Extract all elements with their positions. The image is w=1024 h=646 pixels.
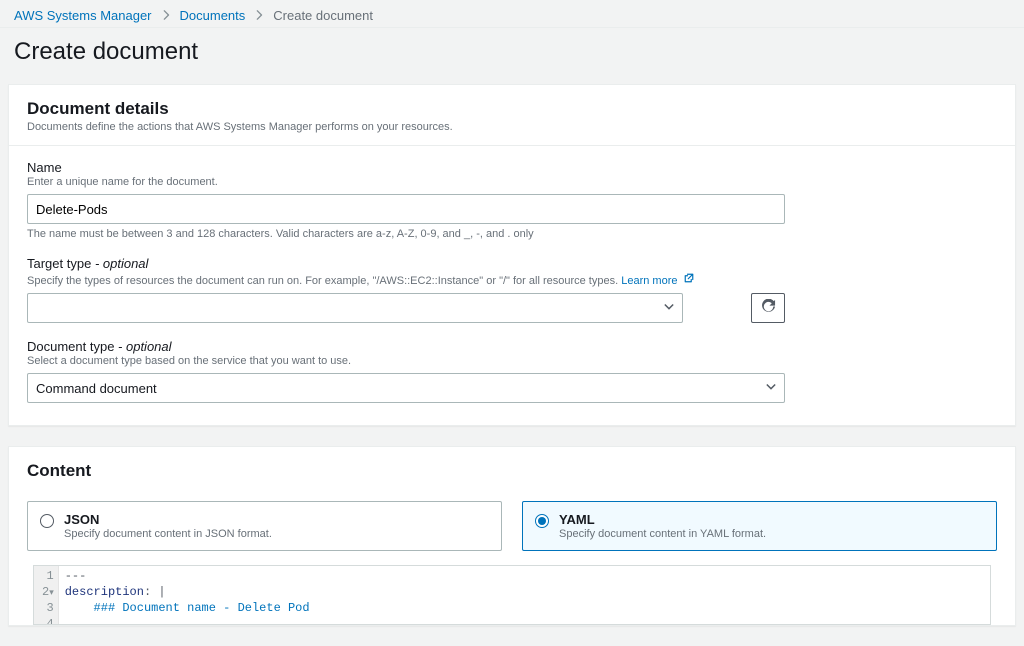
target-type-label: Target type - optional [27,256,997,271]
yaml-title: YAML [559,512,766,527]
breadcrumb-documents[interactable]: Documents [180,8,246,23]
external-link-icon [679,275,694,287]
details-desc: Documents define the actions that AWS Sy… [27,121,997,133]
format-json-card[interactable]: JSON Specify document content in JSON fo… [27,501,502,551]
radio-icon [40,514,54,528]
target-type-help-text: Specify the types of resources the docum… [27,275,621,287]
name-constraint: The name must be between 3 and 128 chara… [27,228,997,240]
caret-down-icon [664,302,674,314]
chevron-right-icon [255,9,263,23]
page-title: Create document [14,38,1010,66]
target-type-help: Specify the types of resources the docum… [27,272,997,287]
document-type-label-main: Document type [27,339,114,354]
format-yaml-card[interactable]: YAML Specify document content in YAML fo… [522,501,997,551]
content-title: Content [27,461,997,481]
refresh-button[interactable] [751,293,785,323]
document-type-select[interactable]: Command document [27,373,785,403]
breadcrumb-root[interactable]: AWS Systems Manager [14,8,152,23]
document-type-label: Document type - optional [27,339,997,354]
details-title: Document details [27,99,997,119]
name-input[interactable] [27,194,785,224]
document-type-help: Select a document type based on the serv… [27,355,997,367]
document-type-group: Document type - optional Select a docume… [27,339,997,403]
name-label: Name [27,160,997,175]
target-type-label-main: Target type [27,256,91,271]
json-desc: Specify document content in JSON format. [64,528,272,540]
line-gutter: 12▾345 [34,566,59,624]
document-type-label-optional: - optional [114,339,171,354]
content-panel: Content JSON Specify document content in… [8,446,1016,626]
breadcrumb-current: Create document [273,8,373,23]
code-content[interactable]: --- description: | ### Document name - D… [59,566,990,624]
radio-icon [535,514,549,528]
breadcrumb: AWS Systems Manager Documents Create doc… [0,0,1024,28]
format-selector: JSON Specify document content in JSON fo… [27,501,997,551]
json-title: JSON [64,512,272,527]
name-help: Enter a unique name for the document. [27,176,997,188]
refresh-icon [761,299,776,317]
target-type-label-optional: - optional [91,256,148,271]
target-type-select[interactable] [27,293,683,323]
yaml-editor[interactable]: 12▾345 --- description: | ### Document n… [33,565,991,625]
document-details-panel: Document details Documents define the ac… [8,84,1016,426]
chevron-right-icon [162,9,170,23]
document-type-value: Command document [36,381,157,396]
target-type-group: Target type - optional Specify the types… [27,256,997,323]
learn-more-link[interactable]: Learn more [621,275,694,287]
name-group: Name Enter a unique name for the documen… [27,160,997,240]
caret-down-icon [766,382,776,394]
yaml-desc: Specify document content in YAML format. [559,528,766,540]
